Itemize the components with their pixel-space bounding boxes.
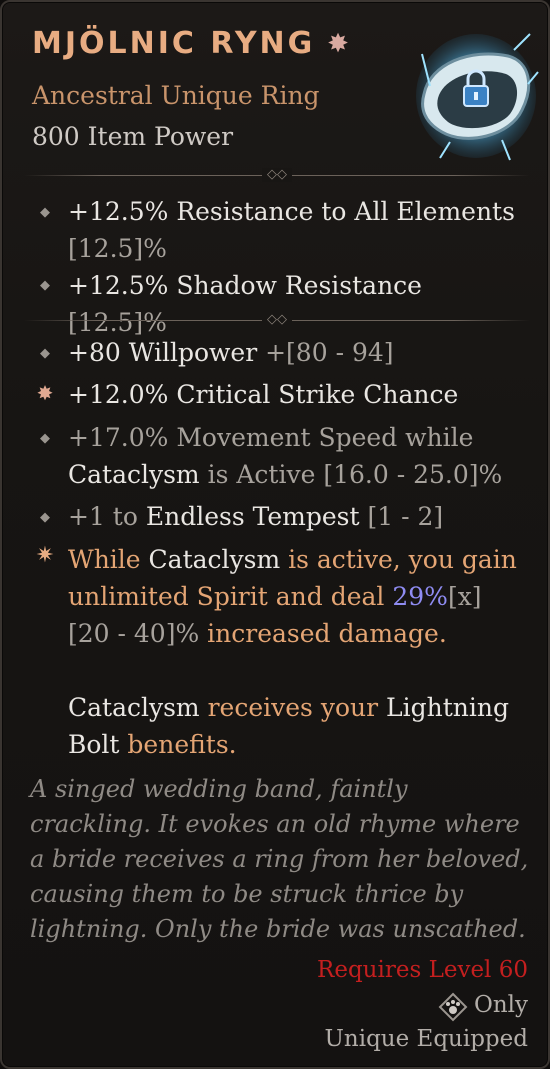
- greater-affix-star-icon: ✸: [36, 381, 54, 405]
- diamond-bullet-icon: ◆: [40, 205, 50, 220]
- unique-power-star-icon: ✷: [35, 543, 55, 568]
- class-restriction: Only: [473, 992, 528, 1018]
- affix-endless-tempest: +1 to Endless Tempest [1 - 2]: [68, 502, 444, 531]
- affix-crit-chance: +12.0% Critical Strike Chance: [68, 380, 459, 409]
- section-divider: ◇◇: [24, 168, 530, 182]
- unique-power-text: While Cataclysm is active, you gain unli…: [68, 545, 517, 648]
- affix-willpower: +80 Willpower +[80 - 94]: [68, 338, 394, 367]
- item-power: 800 Item Power: [32, 122, 234, 151]
- sparkle-icon: ✸: [327, 29, 349, 59]
- affix-movement-speed: +17.0% Movement Speed while Cataclysm is…: [68, 423, 503, 489]
- implicit-shadow-resist: +12.5% Shadow Resistance [12.5]%: [68, 271, 422, 337]
- diamond-bullet-icon: ◆: [40, 278, 50, 293]
- diamond-bullet-icon: ◆: [40, 510, 50, 525]
- druid-paw-icon: [438, 992, 468, 1022]
- level-requirement: Requires Level 60: [317, 957, 528, 983]
- item-tooltip: MJÖLNIC RYNG ✸ Ancestral Unique Ring 800…: [0, 0, 550, 1069]
- item-rarity: Ancestral Unique Ring: [32, 81, 320, 110]
- lightning-ring-image: [416, 33, 539, 161]
- implicit-all-resist: +12.5% Resistance to All Elements [12.5]…: [68, 197, 515, 263]
- unique-power-text-2: Cataclysm receives your Lightning Bolt b…: [68, 693, 509, 759]
- section-divider: ◇◇: [24, 313, 530, 327]
- unique-equipped-note: Unique Equipped: [324, 1026, 528, 1052]
- diamond-bullet-icon: ◆: [40, 346, 50, 361]
- item-name: MJÖLNIC RYNG: [32, 26, 316, 61]
- diamond-bullet-icon: ◆: [40, 431, 50, 446]
- flavor-text: A singed wedding band, faintly crackling…: [30, 775, 529, 943]
